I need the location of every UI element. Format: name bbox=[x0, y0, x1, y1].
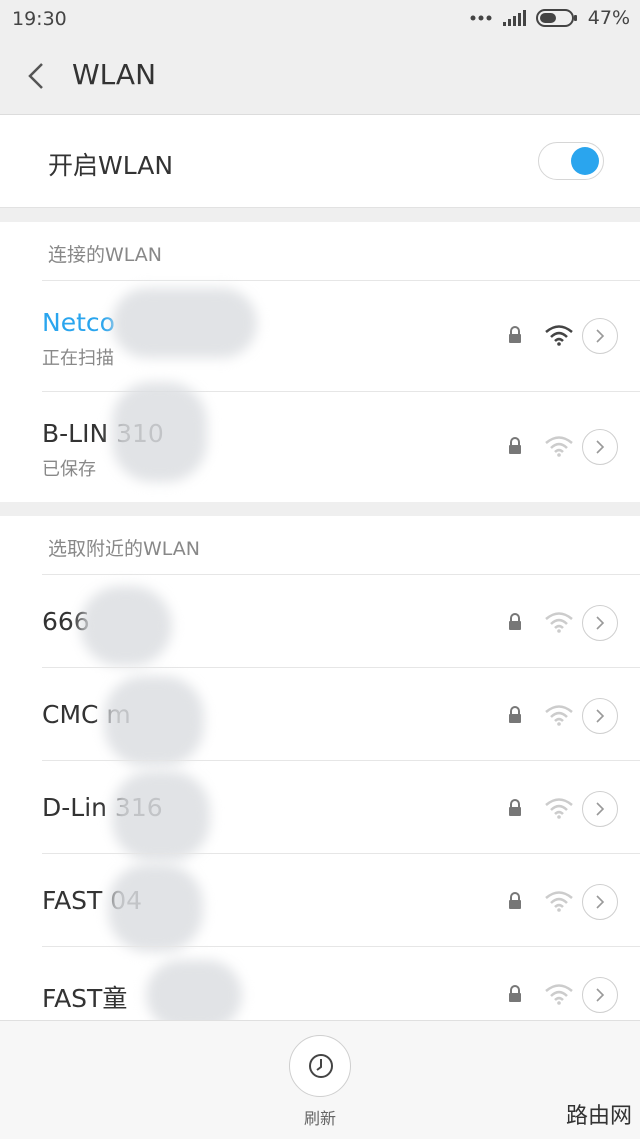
battery-icon bbox=[535, 9, 577, 27]
network-row-connected-1[interactable]: Netco 正在扫描 bbox=[0, 282, 640, 374]
network-detail-button[interactable] bbox=[582, 698, 618, 734]
network-row-nearby-2[interactable]: CMC m bbox=[0, 668, 640, 760]
privacy-blur bbox=[112, 382, 207, 482]
refresh-label: 刷新 bbox=[303, 1109, 336, 1128]
lock-icon bbox=[509, 326, 521, 343]
network-row-nearby-4[interactable]: FAST 04 bbox=[0, 854, 640, 946]
privacy-blur bbox=[112, 288, 257, 358]
nearby-section: 选取附近的WLAN 666 CMC m D-Lin 316 FAST 04 FA… bbox=[0, 516, 640, 1030]
network-detail-button[interactable] bbox=[582, 605, 618, 641]
network-name: FAST童 bbox=[42, 984, 128, 1013]
privacy-blur bbox=[80, 586, 172, 666]
network-detail-button[interactable] bbox=[582, 429, 618, 465]
network-detail-button[interactable] bbox=[582, 977, 618, 1013]
connected-section: 连接的WLAN Netco 正在扫描 B-LIN 310 已保存 bbox=[0, 222, 640, 502]
wlan-toggle-label: 开启WLAN bbox=[48, 151, 174, 180]
network-status: 正在扫描 bbox=[42, 348, 114, 369]
status-time: 19:30 bbox=[12, 8, 67, 30]
privacy-blur bbox=[112, 771, 210, 861]
status-right-cluster: 47% bbox=[470, 7, 630, 29]
network-row-connected-2[interactable]: B-LIN 310 已保存 bbox=[0, 393, 640, 485]
wifi-weak-icon bbox=[545, 891, 573, 912]
refresh-button[interactable] bbox=[289, 1035, 351, 1097]
lock-icon bbox=[509, 706, 521, 723]
wifi-weak-icon bbox=[545, 436, 573, 457]
refresh-icon bbox=[309, 1054, 333, 1078]
wifi-weak-icon bbox=[545, 612, 573, 633]
lock-icon bbox=[509, 985, 521, 1002]
network-row-nearby-3[interactable]: D-Lin 316 bbox=[0, 761, 640, 853]
lock-icon bbox=[509, 799, 521, 816]
privacy-blur bbox=[108, 864, 203, 952]
switch-knob bbox=[571, 147, 599, 175]
wifi-weak-icon bbox=[545, 798, 573, 819]
back-arrow-icon[interactable] bbox=[24, 60, 52, 92]
title-bar: WLAN bbox=[0, 38, 640, 115]
network-status: 已保存 bbox=[42, 459, 96, 480]
lock-icon bbox=[509, 613, 521, 630]
watermark: 路由网 bbox=[565, 1104, 632, 1129]
nearby-section-header: 选取附近的WLAN bbox=[48, 538, 201, 560]
network-name: Netco bbox=[42, 308, 115, 337]
lock-icon bbox=[509, 437, 521, 454]
network-detail-button[interactable] bbox=[582, 318, 618, 354]
bottom-bar: 刷新 bbox=[0, 1020, 640, 1139]
wifi-weak-icon bbox=[545, 705, 573, 726]
connected-section-header: 连接的WLAN bbox=[48, 244, 163, 266]
network-detail-button[interactable] bbox=[582, 884, 618, 920]
more-dots-icon bbox=[470, 15, 492, 21]
status-bar: 19:30 47% bbox=[0, 0, 640, 38]
cell-signal-icon bbox=[502, 10, 526, 26]
wlan-toggle-switch[interactable] bbox=[538, 142, 604, 180]
wifi-strong-icon bbox=[545, 325, 573, 346]
wifi-weak-icon bbox=[545, 984, 573, 1005]
lock-icon bbox=[509, 892, 521, 909]
divider bbox=[42, 280, 640, 281]
page-title: WLAN bbox=[72, 58, 157, 91]
privacy-blur bbox=[104, 676, 204, 766]
network-detail-button[interactable] bbox=[582, 791, 618, 827]
battery-percent: 47% bbox=[587, 7, 630, 29]
